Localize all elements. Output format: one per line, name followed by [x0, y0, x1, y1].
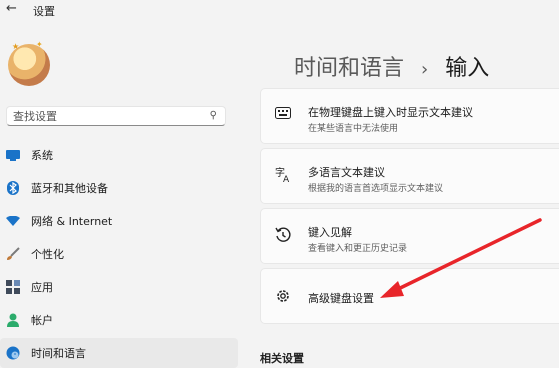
card-title: 多语言文本建议: [308, 166, 385, 179]
sidebar-item-personalization[interactable]: 个性化: [0, 239, 238, 269]
sidebar-item-label: 应用: [31, 281, 53, 294]
sidebar-item-time-language[interactable]: 时间和语言: [0, 338, 238, 368]
page-title: 时间和语言 › 输入: [294, 50, 489, 82]
card-multilingual-suggestions[interactable]: 字A 多语言文本建议 根据我的语言首选项显示文本建议: [260, 148, 559, 204]
sidebar-item-accounts[interactable]: 帐户: [0, 305, 238, 335]
wifi-icon: [5, 213, 21, 229]
search-input[interactable]: [13, 109, 203, 124]
keyboard-icon: [275, 107, 291, 123]
card-advanced-keyboard-settings[interactable]: 高级键盘设置: [260, 268, 559, 324]
breadcrumb-current: 输入: [445, 56, 490, 81]
card-subtitle: 根据我的语言首选项显示文本建议: [308, 184, 444, 194]
breadcrumb-parent[interactable]: 时间和语言: [294, 56, 404, 81]
window-title: 设置: [33, 5, 55, 18]
search-box[interactable]: ⚲: [6, 106, 226, 126]
card-title: 键入见解: [308, 226, 352, 239]
brush-icon: [5, 246, 21, 262]
sidebar-item-label: 时间和语言: [31, 347, 86, 360]
sidebar-item-bluetooth[interactable]: 蓝牙和其他设备: [0, 173, 238, 203]
language-icon: 字A: [275, 165, 293, 187]
sidebar-item-label: 系统: [31, 149, 53, 162]
monitor-icon: [5, 147, 21, 163]
svg-text:A: A: [283, 175, 290, 183]
sidebar-item-label: 蓝牙和其他设备: [31, 182, 108, 195]
apps-icon: [5, 279, 21, 295]
avatar[interactable]: ★ ✦: [8, 40, 50, 86]
bluetooth-icon: [5, 180, 21, 196]
card-title: 高级键盘设置: [308, 292, 374, 305]
person-icon: [5, 312, 21, 328]
star-icon: ★: [12, 42, 20, 51]
back-arrow-icon[interactable]: ←: [6, 1, 17, 16]
card-title: 在物理键盘上键入时显示文本建议: [308, 106, 473, 119]
card-typing-insights[interactable]: 键入见解 查看键入和更正历史记录: [260, 208, 559, 264]
title-bar: ← 设置: [0, 0, 559, 20]
star-icon: ✦: [36, 40, 43, 49]
card-subtitle: 在某些语言中无法使用: [308, 124, 399, 134]
sidebar-item-network[interactable]: 网络 & Internet: [0, 206, 238, 236]
section-heading-related-settings: 相关设置: [260, 352, 304, 365]
history-icon: [275, 227, 291, 247]
card-subtitle: 查看键入和更正历史记录: [308, 244, 408, 254]
sidebar-item-label: 网络 & Internet: [31, 215, 113, 228]
main-panel: 时间和语言 › 输入 在物理键盘上键入时显示文本建议 在某些语言中无法使用 字A…: [245, 20, 559, 368]
sidebar-item-label: 帐户: [31, 314, 53, 327]
card-physical-keyboard-suggestions[interactable]: 在物理键盘上键入时显示文本建议 在某些语言中无法使用: [260, 88, 559, 144]
sidebar: ★ ✦ ⚲ 系统 蓝牙和其他设备 网络 & Internet 个性化 应用: [0, 20, 245, 368]
sidebar-item-system[interactable]: 系统: [0, 140, 238, 170]
sidebar-item-label: 个性化: [31, 248, 64, 261]
sidebar-item-apps[interactable]: 应用: [0, 272, 238, 302]
globe-clock-icon: [5, 345, 21, 361]
breadcrumb-separator: ›: [421, 59, 429, 80]
search-icon[interactable]: ⚲: [210, 110, 217, 121]
gear-icon: [275, 288, 291, 308]
